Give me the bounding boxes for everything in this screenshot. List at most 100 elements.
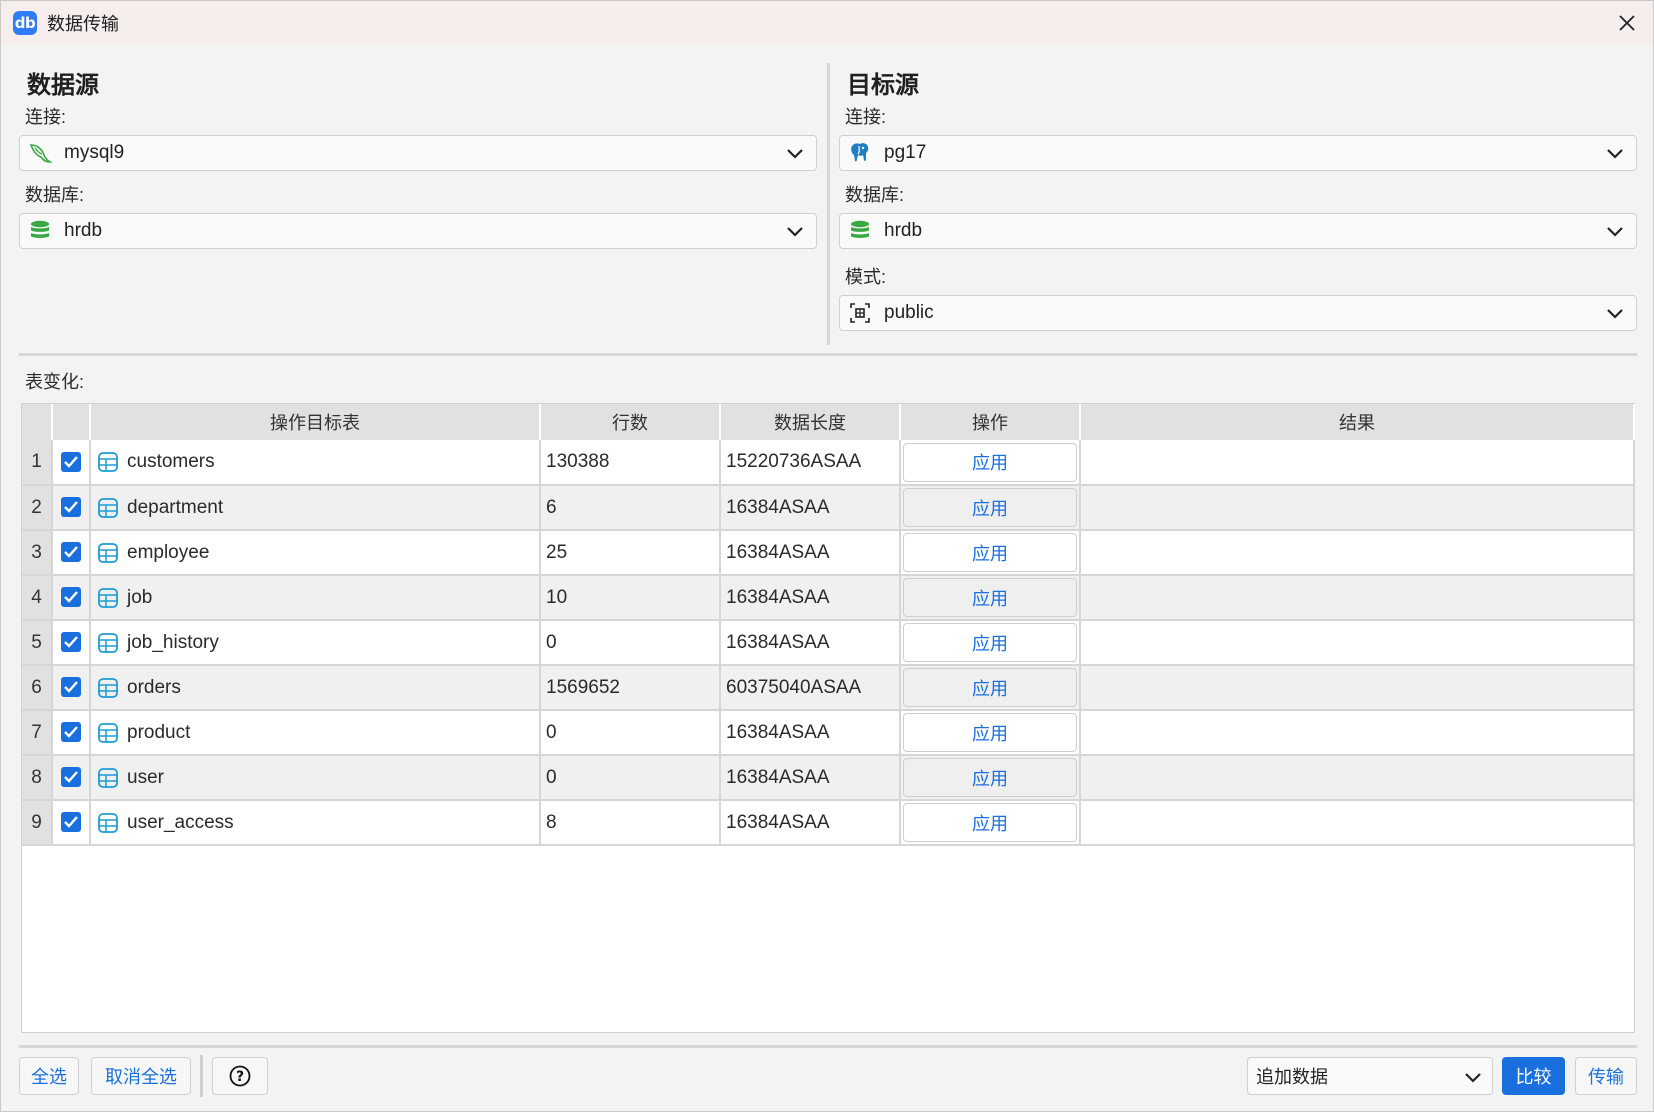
operation-cell: 应用 [900,710,1081,756]
table-name-cell: department [90,485,541,531]
transfer-mode-select[interactable]: 追加数据 [1247,1057,1493,1095]
table-name-cell: product [90,710,541,756]
table-name: employee [127,541,210,563]
data-length-cell: 16384ASAA [720,800,901,846]
apply-button[interactable]: 应用 [903,623,1077,662]
section-divider[interactable] [19,353,1637,356]
compare-button[interactable]: 比较 [1502,1057,1565,1095]
row-number: 1 [22,440,53,486]
result-cell [1080,575,1635,621]
select-all-button[interactable]: 全选 [19,1057,79,1095]
table-name: department [127,496,224,518]
row-checkbox-cell [52,800,91,846]
row-checkbox-cell [52,530,91,576]
row-checkbox[interactable] [61,722,81,743]
table-row[interactable]: 6 orders 1569652 60375040ASAA 应用 [22,665,1635,711]
row-checkbox-cell [52,665,91,711]
row-number: 4 [22,575,53,621]
row-checkbox[interactable] [61,677,81,698]
table-name: job [127,586,153,608]
database-stack-icon [28,219,52,243]
target-connection-value: pg17 [884,142,927,163]
table-changes-table: 操作目标表 行数 数据长度 操作 结果 1 customers 130388 1522… [22,404,1635,846]
row-count-cell: 8 [540,800,721,846]
data-transfer-window: db 数据传输 数据源 连接: mysql9 数据库: hrdb 目标源 连接:… [0,0,1654,1112]
data-length-cell: 16384ASAA [720,710,901,756]
source-database-select[interactable]: hrdb [19,213,817,249]
target-database-select[interactable]: hrdb [839,213,1637,249]
table-name-cell: user [90,755,541,801]
row-count-cell: 0 [540,710,721,756]
operation-cell: 应用 [900,620,1081,666]
data-length-cell: 15220736ASAA [720,440,901,486]
header-target-table[interactable]: 操作目标表 [90,404,541,440]
chevron-down-icon [1607,309,1623,319]
row-count-cell: 130388 [540,440,721,486]
target-connection-select[interactable]: pg17 [839,135,1637,171]
schema-icon [848,301,872,325]
table-row[interactable]: 5 job_history 0 16384ASAA 应用 [22,620,1635,666]
result-cell [1080,485,1635,531]
apply-button[interactable]: 应用 [903,533,1077,572]
header-row-count[interactable]: 行数 [540,404,721,440]
table-row[interactable]: 4 job 10 16384ASAA 应用 [22,575,1635,621]
target-heading: 目标源 [847,72,919,99]
table-changes-grid[interactable]: 操作目标表 行数 数据长度 操作 结果 1 customers 130388 1522… [21,403,1635,1033]
help-symbol: ? [236,1069,244,1085]
db-logo-icon: db [13,11,37,35]
row-checkbox[interactable] [61,632,81,653]
row-checkbox[interactable] [61,451,81,472]
target-schema-value: public [884,302,934,323]
title-bar: db 数据传输 [1,1,1653,45]
operation-cell: 应用 [900,575,1081,621]
panel-divider[interactable] [827,63,830,345]
help-circle-icon: ? [229,1065,251,1087]
window-title: 数据传输 [47,14,119,34]
row-checkbox[interactable] [61,767,81,788]
row-checkbox-cell [52,755,91,801]
header-check[interactable] [52,404,91,440]
apply-button[interactable]: 应用 [903,442,1077,482]
row-checkbox[interactable] [61,542,81,563]
table-header-row: 操作目标表 行数 数据长度 操作 结果 [22,404,1635,440]
result-cell [1080,440,1635,486]
row-number: 3 [22,530,53,576]
row-checkbox[interactable] [61,497,81,518]
table-name-cell: orders [90,665,541,711]
table-row[interactable]: 9 user_access 8 16384ASAA 应用 [22,800,1635,846]
help-button[interactable]: ? [212,1057,268,1095]
data-length-cell: 16384ASAA [720,575,901,621]
result-cell [1080,755,1635,801]
table-grid-icon [98,812,118,833]
row-checkbox-cell [52,710,91,756]
apply-button[interactable]: 应用 [903,713,1077,752]
close-button[interactable] [1611,7,1643,39]
transfer-button[interactable]: 传输 [1575,1057,1637,1095]
apply-button[interactable]: 应用 [903,488,1077,527]
apply-button[interactable]: 应用 [903,803,1077,842]
source-connection-select[interactable]: mysql9 [19,135,817,171]
operation-cell: 应用 [900,440,1081,486]
table-grid-icon [98,632,118,653]
row-count-cell: 10 [540,575,721,621]
table-row[interactable]: 7 product 0 16384ASAA 应用 [22,710,1635,756]
header-result[interactable]: 结果 [1080,404,1635,440]
row-checkbox[interactable] [61,812,81,833]
row-count-cell: 1569652 [540,665,721,711]
table-row[interactable]: 1 customers 130388 15220736ASAA 应用 [22,440,1635,486]
target-schema-select[interactable]: public [839,295,1637,331]
deselect-all-button[interactable]: 取消全选 [91,1057,191,1095]
table-row[interactable]: 2 department 6 16384ASAA 应用 [22,485,1635,531]
row-checkbox[interactable] [61,587,81,608]
table-row[interactable]: 3 employee 25 16384ASAA 应用 [22,530,1635,576]
operation-cell: 应用 [900,485,1081,531]
header-data-length[interactable]: 数据长度 [720,404,901,440]
apply-button[interactable]: 应用 [903,668,1077,707]
header-operation[interactable]: 操作 [900,404,1081,440]
apply-button[interactable]: 应用 [903,758,1077,797]
table-row[interactable]: 8 user 0 16384ASAA 应用 [22,755,1635,801]
target-database-label: 数据库: [845,185,905,205]
data-length-cell: 16384ASAA [720,485,901,531]
result-cell [1080,665,1635,711]
apply-button[interactable]: 应用 [903,578,1077,617]
